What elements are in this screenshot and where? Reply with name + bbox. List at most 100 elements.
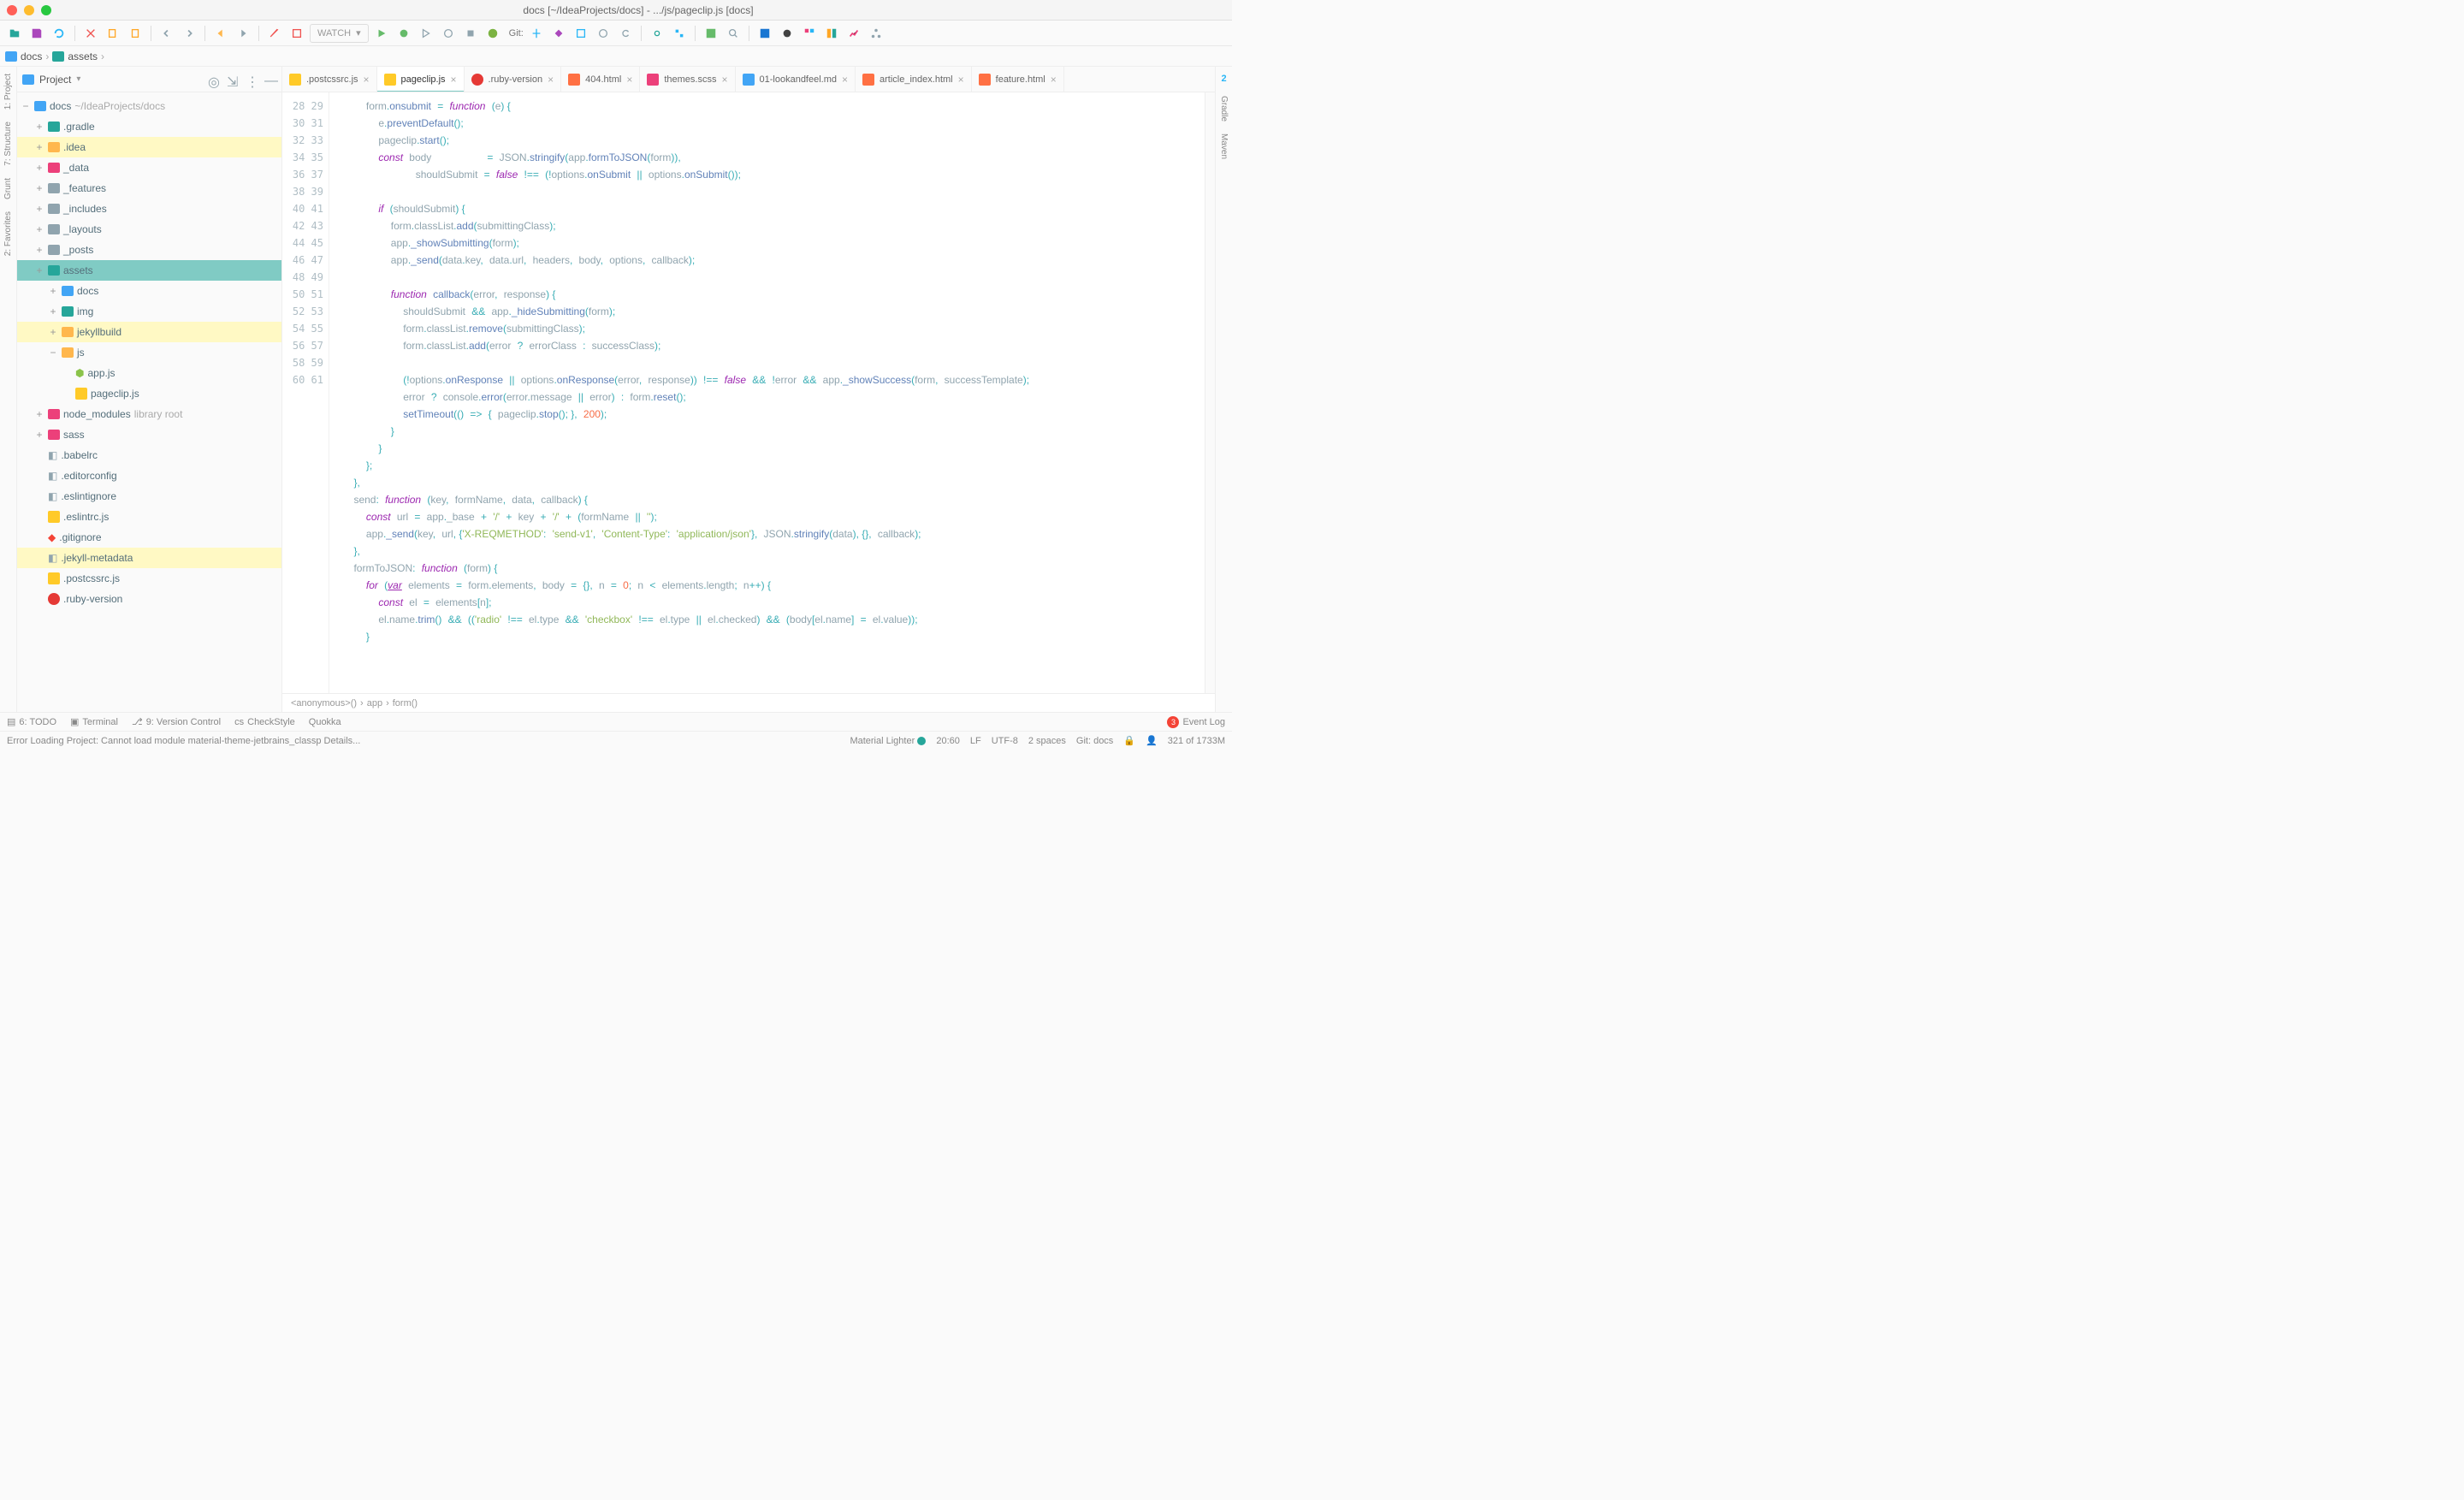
refresh-icon[interactable] [50,24,68,43]
editor-tab[interactable]: feature.html× [972,67,1064,92]
caret-pos[interactable]: 20:60 [936,736,960,746]
close-icon[interactable]: × [1051,74,1057,86]
tool-grunt[interactable]: Grunt [3,178,13,199]
minimize-icon[interactable]: — [264,74,276,86]
tree-item[interactable]: +_data [17,157,281,178]
copy-icon[interactable] [104,24,122,43]
tree-item[interactable]: .postcssrc.js [17,568,281,589]
run-config-select[interactable]: WATCH▾ [310,24,369,43]
redo-icon[interactable] [180,24,198,43]
stop-build-icon[interactable] [287,24,306,43]
coverage-icon[interactable] [417,24,435,43]
open-icon[interactable] [5,24,24,43]
tree-item[interactable]: ◧.editorconfig [17,465,281,486]
tree-item[interactable]: −js [17,342,281,363]
stop-icon[interactable] [461,24,480,43]
tree-item[interactable]: pageclip.js [17,383,281,404]
tree-item[interactable]: +assets [17,260,281,281]
close-icon[interactable] [7,5,17,15]
status-error[interactable]: Error Loading Project: Cannot load modul… [7,736,360,746]
tool-maven[interactable]: Maven [1219,133,1229,159]
tree-item[interactable]: ⬢app.js [17,363,281,383]
build-icon[interactable] [265,24,284,43]
terminal-tool[interactable]: ▣ Terminal [70,716,118,727]
save-icon[interactable] [27,24,46,43]
tree-item[interactable]: ◆.gitignore [17,527,281,548]
notification-count[interactable]: 2 [1221,74,1226,84]
line-sep[interactable]: LF [970,736,981,746]
editor-tab[interactable]: .postcssrc.js× [282,67,377,92]
editor-tab[interactable]: .ruby-version× [465,67,562,92]
lock-icon[interactable]: 🔒 [1123,735,1135,746]
tree-item[interactable]: +sass [17,424,281,445]
profile-icon[interactable] [439,24,458,43]
close-icon[interactable]: × [958,74,964,86]
run-icon[interactable] [372,24,391,43]
minimize-icon[interactable] [24,5,34,15]
chart-icon[interactable] [844,24,863,43]
breadcrumb-sub[interactable]: assets [52,50,98,62]
paste-icon[interactable] [126,24,145,43]
event-log[interactable]: 3 Event Log [1167,716,1225,728]
undo-icon[interactable] [157,24,176,43]
vcs-revert-icon[interactable] [616,24,635,43]
vcs-history-icon[interactable] [594,24,613,43]
tree-item[interactable]: .ruby-version [17,589,281,609]
editor-tab[interactable]: article_index.html× [856,67,972,92]
collapse-icon[interactable]: ⇲ [227,74,239,86]
tree-item[interactable]: ◧.jekyll-metadata [17,548,281,568]
tree-item[interactable]: +.gradle [17,116,281,137]
code-content[interactable]: form.onsubmit = function (e) { e.prevent… [329,92,1205,693]
tree-item[interactable]: +_features [17,178,281,199]
hierarchy-icon[interactable] [867,24,886,43]
wallaby-icon[interactable] [755,24,774,43]
window-controls[interactable] [7,5,51,15]
scrollbar[interactable] [1205,92,1215,693]
breadcrumb-root[interactable]: docs [5,50,42,62]
close-icon[interactable]: × [548,74,554,86]
settings-icon[interactable] [648,24,666,43]
close-icon[interactable]: × [842,74,848,86]
tree-item[interactable]: +img [17,301,281,322]
vcs-compare-icon[interactable] [572,24,590,43]
tree-item[interactable]: +jekyllbuild [17,322,281,342]
chevron-down-icon[interactable]: ▾ [76,74,80,84]
vcs-update-icon[interactable] [527,24,546,43]
quokka-tool[interactable]: Quokka [309,717,341,727]
vcs-tool[interactable]: ⎇ 9: Version Control [132,716,221,727]
close-icon[interactable]: × [626,74,632,86]
editor-tab[interactable]: 404.html× [561,67,640,92]
target-icon[interactable]: ◎ [208,74,220,86]
cut-icon[interactable] [81,24,100,43]
indent[interactable]: 2 spaces [1028,736,1066,746]
grid1-icon[interactable] [800,24,819,43]
tool-project[interactable]: 1: Project [3,74,13,110]
tree-item[interactable]: ◧.babelrc [17,445,281,465]
tree-root[interactable]: − docs ~/IdeaProjects/docs [17,96,281,116]
tool-favorites[interactable]: 2: Favorites [3,211,13,256]
tool-gradle[interactable]: Gradle [1219,96,1229,122]
tree-item[interactable]: +.idea [17,137,281,157]
gear-icon[interactable]: ⋮ [246,74,258,86]
forward-icon[interactable] [234,24,252,43]
excel-icon[interactable] [702,24,720,43]
tree-item[interactable]: .eslintrc.js [17,507,281,527]
tree-item[interactable]: +_posts [17,240,281,260]
close-icon[interactable]: × [364,74,370,86]
project-structure-icon[interactable] [670,24,689,43]
debug-icon[interactable] [394,24,413,43]
git-status[interactable]: Git: docs [1076,736,1113,746]
memory[interactable]: 321 of 1733M [1168,736,1225,746]
todo-tool[interactable]: ▤ 6: TODO [7,716,56,727]
vcs-commit-icon[interactable] [549,24,568,43]
editor-tab[interactable]: pageclip.js× [377,67,465,92]
checkstyle-tool[interactable]: cs CheckStyle [234,717,295,727]
editor-tab[interactable]: themes.scss× [640,67,735,92]
theme-status[interactable]: Material Lighter [850,736,926,746]
tree-item[interactable]: +node_modules library root [17,404,281,424]
close-icon[interactable]: × [721,74,727,86]
inspector-icon[interactable]: 👤 [1146,735,1158,746]
grid2-icon[interactable] [822,24,841,43]
tree-item[interactable]: +_layouts [17,219,281,240]
tree-item[interactable]: +_includes [17,199,281,219]
